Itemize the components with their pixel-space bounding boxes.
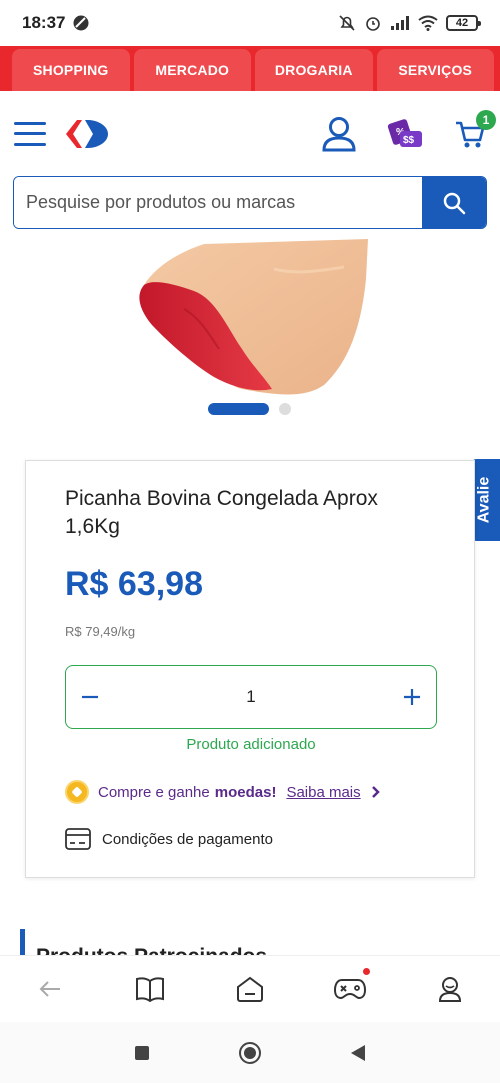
profile-nav-button[interactable] — [420, 959, 480, 1019]
svg-text:$$: $$ — [403, 135, 415, 146]
search-button[interactable] — [422, 177, 486, 228]
plus-icon — [404, 689, 420, 705]
search-input[interactable] — [14, 177, 422, 228]
account-button[interactable] — [322, 116, 356, 152]
product-added-message: Produto adicionado — [186, 736, 316, 753]
coupon-icon: %$$ — [387, 118, 422, 147]
quantity-value: 1 — [246, 687, 256, 706]
product-title: Picanha Bovina Congelada Aprox 1,6Kg — [65, 487, 378, 538]
arrow-left-icon — [39, 981, 60, 997]
hamburger-menu-icon[interactable] — [14, 121, 46, 146]
home-nav-button[interactable] — [220, 959, 280, 1019]
tab-mercado[interactable]: MERCADO — [133, 49, 251, 91]
catalog-nav-button[interactable] — [120, 959, 180, 1019]
user-icon — [322, 116, 356, 151]
mute-bell-icon — [339, 15, 355, 31]
section-accent-bar — [20, 929, 25, 955]
carrefour-logo[interactable] — [64, 117, 112, 151]
decrease-quantity-button[interactable] — [66, 666, 114, 728]
tab-servicos[interactable]: SERVIÇOS — [376, 49, 494, 91]
android-back-icon[interactable] — [351, 1044, 365, 1061]
signal-icon — [391, 16, 409, 30]
credit-card-icon — [65, 828, 91, 850]
product-price: R$ 63,98 — [65, 565, 203, 603]
bottom-navigation — [0, 955, 500, 1022]
app-notification-icon — [73, 15, 89, 31]
games-nav-button[interactable] — [320, 959, 380, 1019]
search-bar — [13, 176, 487, 229]
status-bar: 18:37 42 — [0, 0, 500, 46]
back-nav-button[interactable] — [20, 959, 80, 1019]
cart-count-badge: 1 — [476, 109, 496, 130]
tab-shopping[interactable]: SHOPPING — [12, 49, 130, 91]
carousel-dot-active[interactable] — [208, 403, 269, 415]
cart-button[interactable]: 1 — [454, 109, 496, 150]
sponsored-section-title: Produtos Patrocinados — [36, 945, 267, 955]
chevron-right-icon[interactable] — [371, 785, 381, 799]
android-home-icon[interactable] — [239, 1041, 261, 1064]
coins-promo: Compre e ganhe moedas! Saiba mais — [65, 780, 381, 804]
tab-drogaria[interactable]: DROGARIA — [255, 49, 373, 91]
carousel-dot[interactable] — [279, 403, 291, 415]
minus-icon — [82, 695, 98, 699]
carousel-dots — [208, 403, 291, 415]
increase-quantity-button[interactable] — [388, 666, 436, 728]
book-icon — [136, 977, 164, 1002]
payment-conditions[interactable]: Condições de pagamento — [65, 828, 273, 850]
profile-icon — [438, 977, 462, 1002]
payment-conditions-label: Condições de pagamento — [102, 830, 273, 848]
coins-bold-text: moedas! — [214, 783, 277, 801]
coins-text: Compre e ganhe — [98, 783, 210, 801]
recent-apps-icon[interactable] — [135, 1045, 149, 1060]
quantity-stepper: 1 — [65, 665, 437, 729]
coin-icon — [65, 780, 89, 804]
battery-icon: 42 — [446, 15, 481, 31]
avalie-label: Avalie — [475, 476, 493, 524]
header: %$$ 1 — [0, 91, 500, 176]
alarm-icon — [366, 17, 380, 31]
saiba-mais-link[interactable]: Saiba mais — [286, 784, 360, 801]
android-system-nav — [0, 1022, 500, 1083]
gamepad-icon — [334, 979, 366, 1000]
product-card: Picanha Bovina Congelada Aprox 1,6Kg R$ … — [25, 460, 475, 878]
promo-coupons-button[interactable]: %$$ — [386, 115, 424, 153]
status-time: 18:37 — [22, 13, 66, 32]
wifi-icon — [418, 15, 438, 31]
unit-price: R$ 79,49/kg — [65, 624, 136, 639]
notification-dot — [363, 968, 370, 975]
home-icon — [237, 976, 263, 1002]
search-icon — [443, 192, 466, 214]
top-tabs: SHOPPING MERCADO DROGARIA SERVIÇOS — [0, 46, 500, 91]
